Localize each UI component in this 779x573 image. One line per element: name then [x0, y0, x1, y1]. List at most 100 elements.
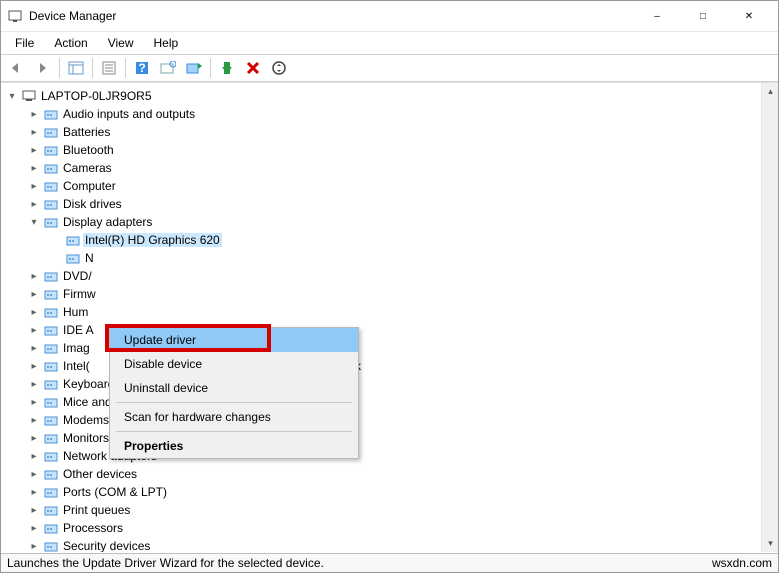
chevron-right-icon[interactable]: ▸: [27, 523, 41, 534]
tree-item-label: Other devices: [61, 467, 139, 481]
toolbar-separator: [210, 58, 211, 78]
tree-item[interactable]: ▾Display adapters: [3, 213, 776, 231]
maximize-button[interactable]: □: [680, 1, 726, 31]
tree-item[interactable]: ▸DVD/: [3, 267, 776, 285]
svg-text:?: ?: [138, 61, 145, 75]
tree-item-label: Ports (COM & LPT): [61, 485, 169, 499]
tree-item-label: Bluetooth: [61, 143, 116, 157]
tree-item-label: IDE A: [61, 323, 96, 337]
chevron-right-icon[interactable]: ▸: [27, 487, 41, 498]
device-tree[interactable]: ▾ LAPTOP-0LJR9OR5 ▸ Audio inputs and outp…: [1, 83, 778, 552]
computer-icon: [21, 88, 37, 104]
device-icon: [43, 502, 59, 518]
watermark: wsxdn.com: [712, 556, 772, 570]
scroll-down-icon[interactable]: ▾: [762, 535, 778, 552]
chevron-down-icon[interactable]: ▾: [5, 91, 19, 102]
tree-item-label: Firmw: [61, 287, 98, 301]
tree-item[interactable]: ▸Hum: [3, 303, 776, 321]
tree-item[interactable]: ▸ Bluetooth: [3, 141, 776, 159]
tree-item[interactable]: ▸Computer: [3, 177, 776, 195]
status-bar: Launches the Update Driver Wizard for th…: [1, 553, 778, 572]
device-tree-panel: ▾ LAPTOP-0LJR9OR5 ▸ Audio inputs and outp…: [1, 82, 778, 552]
device-icon: [43, 214, 59, 230]
status-text: Launches the Update Driver Wizard for th…: [7, 556, 324, 570]
chevron-right-icon[interactable]: ▸: [27, 379, 41, 390]
chevron-right-icon[interactable]: ▸: [27, 451, 41, 462]
tree-item[interactable]: ▸Disk drives: [3, 195, 776, 213]
chevron-right-icon[interactable]: ▸: [27, 289, 41, 300]
menu-file[interactable]: File: [7, 34, 42, 52]
ctx-update-driver[interactable]: Update driver: [110, 328, 358, 352]
context-menu: Update driver Disable device Uninstall d…: [109, 327, 359, 459]
chevron-right-icon[interactable]: ▸: [27, 145, 41, 156]
scroll-up-icon[interactable]: ▴: [762, 83, 778, 100]
properties-icon[interactable]: [97, 57, 121, 79]
ctx-properties[interactable]: Properties: [110, 434, 358, 458]
chevron-right-icon[interactable]: ▸: [27, 343, 41, 354]
tree-item[interactable]: ▸ Firmw: [3, 285, 776, 303]
show-hidden-icon[interactable]: [64, 57, 88, 79]
chevron-right-icon[interactable]: ▸: [27, 433, 41, 444]
chevron-right-icon[interactable]: ▸: [27, 469, 41, 480]
device-icon: [43, 340, 59, 356]
chevron-right-icon[interactable]: ▸: [27, 127, 41, 138]
chevron-right-icon[interactable]: ▸: [27, 181, 41, 192]
chevron-right-icon[interactable]: ▸: [27, 325, 41, 336]
chevron-right-icon[interactable]: ▸: [27, 505, 41, 516]
chevron-right-icon[interactable]: ▸: [27, 307, 41, 318]
ctx-disable-device[interactable]: Disable device: [110, 352, 358, 376]
device-icon: [43, 106, 59, 122]
ctx-scan-hardware[interactable]: Scan for hardware changes: [110, 405, 358, 429]
help-icon[interactable]: ?: [130, 57, 154, 79]
update-driver-icon[interactable]: [182, 57, 206, 79]
chevron-right-icon[interactable]: ▸: [27, 199, 41, 210]
chevron-right-icon[interactable]: ▸: [27, 271, 41, 282]
device-icon: [43, 394, 59, 410]
tree-item-label: Modems: [61, 413, 111, 427]
tree-item-label: Audio inputs and outputs: [61, 107, 197, 121]
tree-item[interactable]: N: [3, 249, 776, 267]
menu-view[interactable]: View: [100, 34, 142, 52]
chevron-right-icon[interactable]: ▸: [27, 361, 41, 372]
vertical-scrollbar[interactable]: ▴ ▾: [761, 83, 778, 552]
tree-item[interactable]: ▸ Other devices: [3, 465, 776, 483]
tree-item[interactable]: ▸Print queues: [3, 501, 776, 519]
menu-help[interactable]: Help: [146, 34, 187, 52]
disable-icon[interactable]: [267, 57, 291, 79]
uninstall-icon[interactable]: [241, 57, 265, 79]
tree-item-label: Intel(: [61, 359, 92, 373]
chevron-right-icon[interactable]: ▸: [27, 415, 41, 426]
ctx-uninstall-device[interactable]: Uninstall device: [110, 376, 358, 400]
tree-item[interactable]: ▸Security devices: [3, 537, 776, 552]
menu-action[interactable]: Action: [46, 34, 95, 52]
chevron-right-icon[interactable]: ▸: [27, 109, 41, 120]
forward-button[interactable]: [31, 57, 55, 79]
title-bar: Device Manager – □ ✕: [1, 1, 778, 31]
tree-item[interactable]: ▸ Audio inputs and outputs: [3, 105, 776, 123]
tree-root[interactable]: ▾ LAPTOP-0LJR9OR5: [3, 87, 776, 105]
minimize-button[interactable]: –: [634, 1, 680, 31]
device-icon: [43, 412, 59, 428]
chevron-down-icon[interactable]: ▾: [27, 217, 41, 228]
enable-icon[interactable]: [215, 57, 239, 79]
tree-item[interactable]: ▸Processors: [3, 519, 776, 537]
scan-icon[interactable]: [156, 57, 180, 79]
chevron-right-icon[interactable]: ▸: [27, 397, 41, 408]
device-icon: [43, 484, 59, 500]
chevron-right-icon[interactable]: ▸: [27, 163, 41, 174]
tree-item[interactable]: Intel(R) HD Graphics 620: [3, 231, 776, 249]
device-icon: [43, 376, 59, 392]
back-button[interactable]: [5, 57, 29, 79]
device-icon: [43, 142, 59, 158]
device-icon: [43, 358, 59, 374]
close-button[interactable]: ✕: [726, 1, 772, 31]
device-icon: [65, 232, 81, 248]
app-icon: [7, 8, 23, 24]
tree-item[interactable]: ▸Batteries: [3, 123, 776, 141]
toolbar-separator: [125, 58, 126, 78]
tree-item[interactable]: ▸Cameras: [3, 159, 776, 177]
device-icon: [43, 448, 59, 464]
ctx-separator: [116, 402, 352, 403]
chevron-right-icon[interactable]: ▸: [27, 541, 41, 552]
tree-item[interactable]: ▸ Ports (COM & LPT): [3, 483, 776, 501]
